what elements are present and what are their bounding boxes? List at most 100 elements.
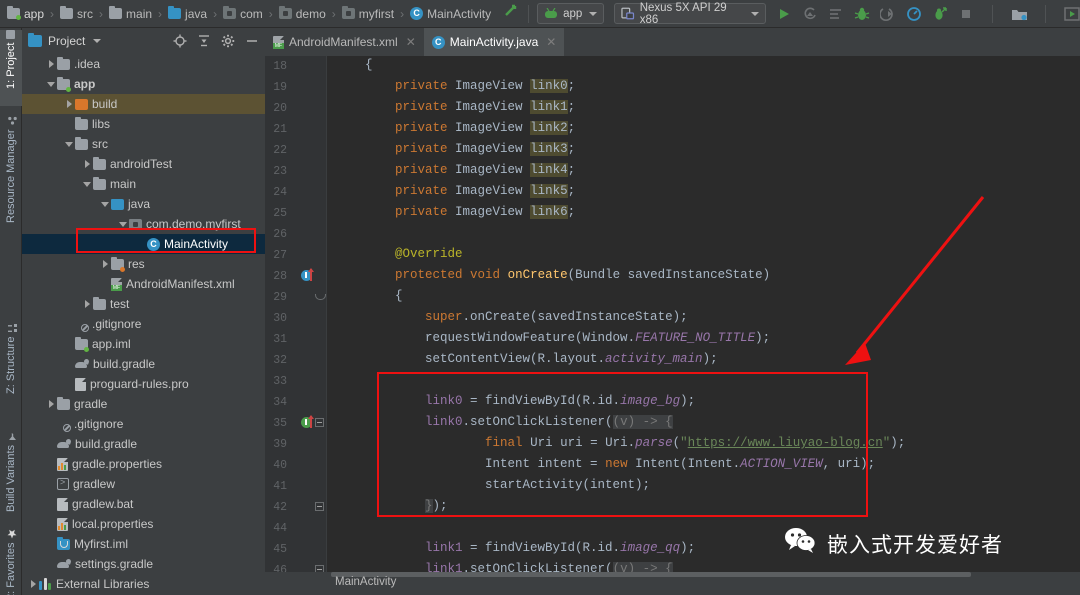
implemented-marker-icon[interactable] [301,415,314,429]
tree-item[interactable]: test [22,294,265,314]
code-line-27: @Override [395,247,463,261]
code-editor[interactable]: 18 19 20 21 22 23 24 25 26 27 28 29 30 3… [265,56,1080,577]
sidebar-item-project[interactable]: 1: Project [0,30,22,106]
tree-twisty-down-icon[interactable] [46,79,57,90]
fold-collapse-icon[interactable] [315,418,324,427]
apply-changes-icon[interactable] [802,6,818,22]
tree-item[interactable]: com.demo.myfirst [22,214,265,234]
tree-item-label: com.demo.myfirst [146,217,241,231]
code-line-39: final Uri uri = Uri.parse("https://www.l… [485,436,906,450]
tree-item[interactable]: app.iml [22,334,265,354]
tree-item[interactable]: build [22,94,265,114]
select-opened-file-icon[interactable] [173,34,187,48]
project-tree[interactable]: .idea app build libs src androidTest main java c… [22,54,265,595]
tree-twisty-right-icon[interactable] [28,579,39,590]
tree-item[interactable]: app [22,74,265,94]
apply-code-changes-icon[interactable] [828,6,844,22]
tree-twisty-down-icon[interactable] [64,139,75,150]
properties-file-icon [57,517,68,531]
chevron-down-icon[interactable] [93,39,102,43]
tree-twisty-right-icon[interactable] [46,59,57,70]
breadcrumb-item-java[interactable]: java [167,6,208,21]
horizontal-scrollbar[interactable] [331,572,971,577]
tree-twisty-down-icon[interactable] [82,179,93,190]
gitignore-icon [75,318,89,332]
tree-item[interactable]: main [22,174,265,194]
breadcrumb-item-src[interactable]: src [59,6,94,21]
tree-item[interactable]: gradle.properties [22,454,265,474]
tree-item-label: Myfirst.iml [74,537,128,551]
tree-item[interactable]: .idea [22,54,265,74]
tree-item-label: .gitignore [74,417,124,431]
editor-gutter[interactable]: 18 19 20 21 22 23 24 25 26 27 28 29 30 3… [265,56,327,577]
debug-icon[interactable] [854,6,870,22]
tree-item-label: test [110,297,130,311]
tree-item-selected[interactable]: C MainActivity [22,234,265,254]
tree-item[interactable]: gradle [22,394,265,414]
tree-twisty-right-icon[interactable] [100,259,111,270]
close-icon[interactable]: ✕ [406,35,416,49]
sidebar-item-resource-manager[interactable]: Resource Manager [0,116,22,252]
line-number: 22 [273,144,287,157]
sidebar-item-favorites[interactable]: 2: Favorites [0,529,22,595]
tree-item[interactable]: src [22,134,265,154]
breadcrumb-item-myfirst[interactable]: myfirst [341,6,395,21]
tree-item[interactable]: build.gradle [22,354,265,374]
tree-item[interactable]: External Libraries [22,574,265,594]
tab-mainactivity-java[interactable]: C MainActivity.java ✕ [423,28,565,56]
breadcrumb-item-app[interactable]: app [6,6,45,21]
close-icon[interactable]: ✕ [546,35,556,49]
tree-twisty-down-icon[interactable] [118,219,129,230]
tree-item[interactable]: proguard-rules.pro [22,374,265,394]
make-project-icon[interactable] [502,2,520,25]
editor-tabs: MF AndroidManifest.xml ✕ C MainActivity.… [265,28,1080,56]
fold-collapse-icon[interactable] [315,502,324,511]
tree-item[interactable]: Myfirst.iml [22,534,265,554]
tree-item[interactable]: gradlew.bat [22,494,265,514]
breadcrumb-item-main[interactable]: main [108,6,153,21]
tree-twisty-right-icon[interactable] [64,99,75,110]
hide-icon[interactable] [245,34,259,48]
tree-twisty-right-icon[interactable] [82,159,93,170]
run-coverage-icon[interactable] [932,6,948,22]
tree-item-label: build.gradle [93,357,156,371]
code-line-30: super.onCreate(savedInstanceState); [425,310,688,324]
fold-region-icon[interactable] [315,294,326,304]
run-configuration-selector[interactable]: app [537,3,605,24]
device-selector[interactable]: Nexus 5X API 29 x86 [614,2,766,26]
line-number: 19 [273,81,287,94]
breadcrumb-item-demo[interactable]: demo [278,6,327,21]
stop-icon[interactable] [958,6,974,22]
sidebar-item-structure[interactable]: Z: Structure [0,324,22,424]
settings-gear-icon[interactable] [221,34,235,48]
tree-item[interactable]: local.properties [22,514,265,534]
collapse-all-icon[interactable] [197,34,211,48]
tree-item[interactable]: gradlew [22,474,265,494]
profiler-icon[interactable] [906,6,922,22]
tree-twisty-right-icon[interactable] [46,399,57,410]
tree-twisty-down-icon[interactable] [100,199,111,210]
tree-item[interactable]: res [22,254,265,274]
run-icon[interactable] [776,6,792,22]
override-marker-icon[interactable] [301,268,314,282]
sdk-manager-icon[interactable] [1011,6,1027,22]
tree-item[interactable]: java [22,194,265,214]
tree-item[interactable]: settings.gradle [22,554,265,574]
sidebar-item-build-variants[interactable]: Build Variants [0,432,22,544]
tree-item[interactable]: .gitignore [22,314,265,334]
breadcrumb-item-mainactivity[interactable]: C MainActivity [409,7,492,21]
tree-item[interactable]: androidTest [22,154,265,174]
tree-item[interactable]: MF AndroidManifest.xml [22,274,265,294]
tree-item[interactable]: .gitignore [22,414,265,434]
tree-item[interactable]: libs [22,114,265,134]
breadcrumb-item-com[interactable]: com [222,6,264,21]
tree-item[interactable]: build.gradle [22,434,265,454]
tab-androidmanifest-xml[interactable]: MF AndroidManifest.xml ✕ [265,28,424,56]
source-code[interactable]: { private ImageView link0; private Image… [327,56,1080,576]
tree-twisty-right-icon[interactable] [82,299,93,310]
attach-debugger-icon[interactable] [879,6,896,22]
breadcrumb-separator: › [50,6,55,21]
avd-manager-icon[interactable] [1064,6,1080,22]
folder-icon [93,176,106,190]
